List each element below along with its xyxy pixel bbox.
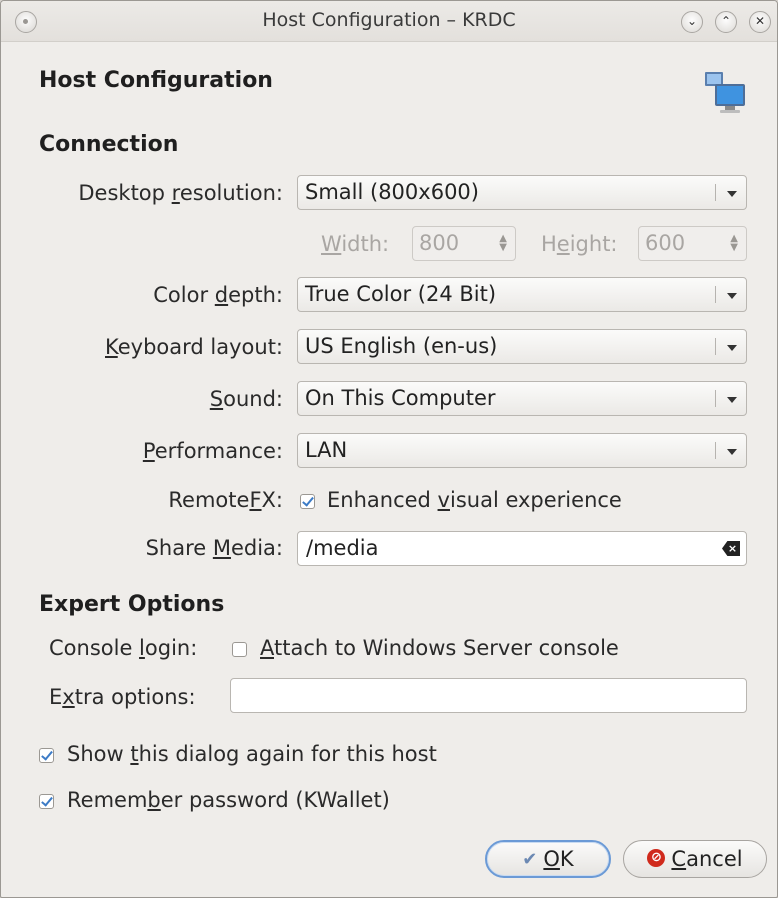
chevron-down-icon	[727, 449, 737, 455]
host-configuration-dialog: Host Configuration – KRDC ⌄ ⌃ ✕ Host Con…	[0, 0, 778, 898]
share-media-value: /media	[306, 536, 379, 560]
width-label: Width:	[321, 232, 390, 256]
height-value: 600	[645, 231, 686, 255]
remember-password-label[interactable]: Remember password (KWallet)	[67, 788, 390, 812]
minimize-button[interactable]: ⌄	[681, 11, 703, 33]
connection-heading: Connection	[39, 132, 179, 157]
keyboard-layout-label: Keyboard layout:	[105, 335, 283, 359]
title-bar[interactable]: Host Configuration – KRDC ⌄ ⌃ ✕	[1, 1, 777, 42]
console-login-checkbox[interactable]	[232, 642, 247, 657]
clear-text-icon[interactable]: ×	[722, 541, 740, 556]
color-depth-select[interactable]: True Color (24 Bit)	[297, 277, 747, 312]
keyboard-layout-value: US English (en-us)	[305, 334, 498, 358]
remotefx-checkbox[interactable]	[300, 494, 315, 509]
width-value: 800	[419, 231, 460, 255]
color-depth-value: True Color (24 Bit)	[305, 282, 497, 306]
sound-value: On This Computer	[305, 386, 496, 410]
spin-arrows-icon: ▲ ▼	[730, 233, 738, 253]
color-depth-label: Color depth:	[153, 283, 283, 307]
performance-value: LAN	[305, 438, 348, 462]
chevron-down-icon	[727, 191, 737, 197]
sound-select[interactable]: On This Computer	[297, 381, 747, 416]
close-icon: ✕	[754, 14, 766, 28]
sound-label: Sound:	[209, 387, 283, 411]
desktop-resolution-value: Small (800x600)	[305, 180, 479, 204]
combo-separator	[715, 442, 716, 459]
remotefx-checkbox-label[interactable]: Enhanced visual experience	[327, 488, 622, 512]
share-media-label: Share Media:	[145, 536, 283, 560]
console-login-checkbox-label[interactable]: Attach to Windows Server console	[260, 636, 619, 660]
remember-password-checkbox[interactable]	[39, 794, 54, 809]
show-dialog-again-checkbox[interactable]	[39, 748, 54, 763]
height-label: Height:	[541, 232, 618, 256]
chevron-down-icon	[727, 293, 737, 299]
chevron-down-icon: ⌄	[686, 14, 698, 28]
cancel-icon: ⊘	[647, 849, 666, 867]
console-login-label: Console login:	[49, 636, 198, 660]
performance-select[interactable]: LAN	[297, 433, 747, 468]
cancel-button[interactable]: ⊘ Cancel	[623, 840, 767, 878]
combo-separator	[715, 286, 716, 303]
remotefx-label: RemoteFX:	[168, 488, 283, 512]
ok-button[interactable]: ✔ OK	[485, 840, 611, 878]
combo-separator	[715, 184, 716, 201]
combo-separator	[715, 390, 716, 407]
window-title: Host Configuration – KRDC	[262, 9, 516, 31]
extra-options-label: Extra options:	[49, 685, 196, 709]
width-spinbox: 800 ▲ ▼	[412, 226, 516, 261]
keyboard-layout-select[interactable]: US English (en-us)	[297, 329, 747, 364]
checkmark-icon: ✔	[522, 849, 538, 870]
height-spinbox: 600 ▲ ▼	[638, 226, 747, 261]
desktop-resolution-select[interactable]: Small (800x600)	[297, 175, 747, 210]
expert-options-heading: Expert Options	[39, 592, 225, 617]
extra-options-input[interactable]	[230, 678, 747, 713]
chevron-down-icon	[727, 345, 737, 351]
remote-desktop-icon	[705, 72, 745, 113]
share-media-input[interactable]: /media ×	[297, 531, 747, 566]
combo-separator	[715, 338, 716, 355]
maximize-button[interactable]: ⌃	[715, 11, 737, 33]
close-button[interactable]: ✕	[749, 11, 771, 33]
desktop-resolution-label: Desktop resolution:	[78, 181, 283, 205]
show-dialog-again-label[interactable]: Show this dialog again for this host	[67, 742, 437, 766]
chevron-down-icon	[727, 397, 737, 403]
chevron-up-icon: ⌃	[720, 14, 732, 28]
performance-label: Performance:	[142, 439, 283, 463]
spin-arrows-icon: ▲ ▼	[499, 233, 507, 253]
page-title: Host Configuration	[39, 68, 273, 93]
